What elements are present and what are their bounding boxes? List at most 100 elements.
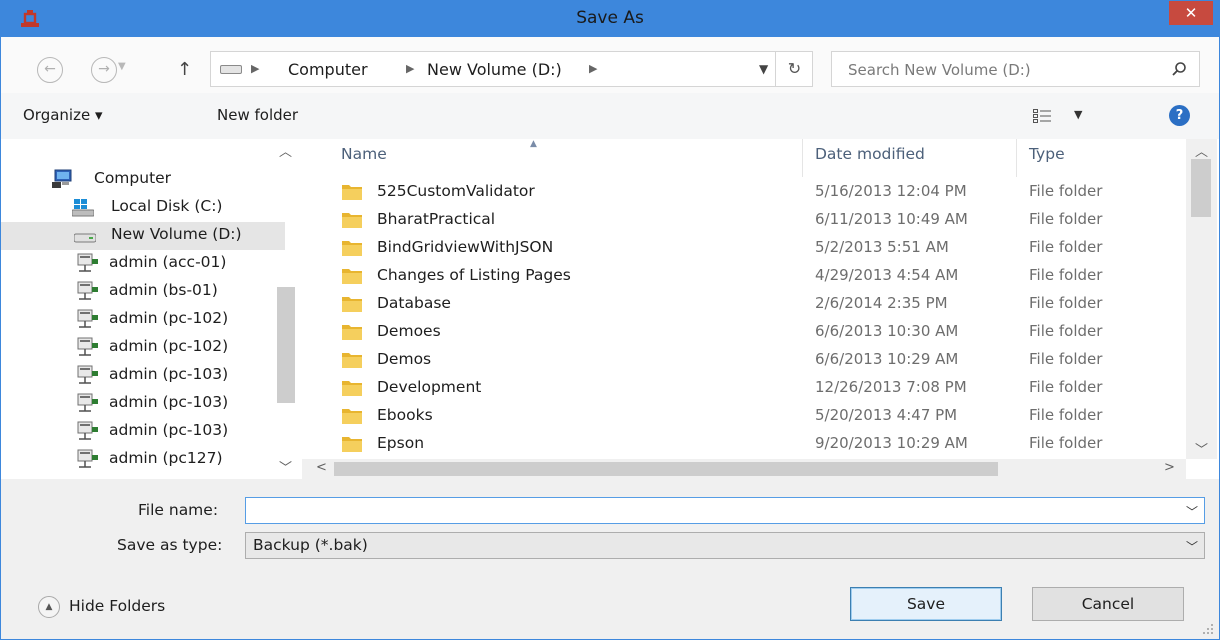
save-type-value: Backup (*.bak) [253,536,368,554]
search-icon[interactable] [1171,61,1187,77]
file-date: 6/6/2013 10:29 AM [815,350,959,368]
folder-icon [342,297,362,312]
file-name: BindGridviewWithJSON [377,238,554,256]
nav-item-local-disk[interactable]: Local Disk (C:) [1,194,285,222]
file-type: File folder [1029,182,1103,200]
file-name: Development [377,378,482,396]
file-date: 4/29/2013 4:54 AM [815,266,959,284]
navigation-scrollbar[interactable]: ︿ ﹀ [271,139,302,479]
window-title: Save As [576,8,644,28]
chevron-down-icon[interactable]: ﹀ [1186,538,1198,555]
scroll-down-arrow-icon[interactable]: ﹀ [279,457,292,476]
folder-icon [342,437,362,452]
column-header-name[interactable]: Name [341,145,387,163]
breadcrumb-new-volume[interactable]: New Volume (D:) [427,60,562,79]
network-drive-icon [77,309,98,328]
file-row[interactable]: Epson 9/20/2013 10:29 AM File folder [302,431,1186,459]
windows-drive-icon [72,199,94,217]
nav-item-new-volume[interactable]: New Volume (D:) [1,222,285,250]
search-input[interactable]: Search New Volume (D:) [831,51,1200,87]
file-list-horizontal-scrollbar[interactable]: < > [302,459,1186,479]
nav-item-label: admin (bs-01) [109,281,218,299]
breadcrumb-arrow-icon[interactable]: ▶ [251,62,259,75]
file-name: Database [377,294,451,312]
save-type-select[interactable]: Backup (*.bak) ﹀ [245,532,1205,559]
scroll-up-arrow-icon[interactable]: ︿ [279,141,292,160]
nav-item-network-drive[interactable]: admin (acc-01) [1,250,285,278]
file-list-vertical-scrollbar[interactable]: ︿ ﹀ [1186,139,1217,459]
address-dropdown-icon[interactable]: ▼ [759,62,768,76]
file-list[interactable]: ▲ Name Date modified Type 525CustomValid… [302,139,1219,479]
forward-button[interactable]: → [91,57,117,83]
file-date: 5/20/2013 4:47 PM [815,406,958,424]
scroll-right-arrow-icon[interactable]: > [1164,460,1175,475]
nav-item-network-drive[interactable]: admin (pc-102) [1,334,285,362]
scroll-down-arrow-icon[interactable]: ﹀ [1195,439,1208,458]
file-row[interactable]: Database 2/6/2014 2:35 PM File folder [302,291,1186,319]
new-folder-button[interactable]: New folder [217,106,298,124]
cancel-button[interactable]: Cancel [1032,587,1184,621]
scroll-thumb[interactable] [334,462,998,476]
refresh-button[interactable]: ↻ [775,52,813,86]
back-button[interactable]: ← [37,57,63,83]
nav-item-label: Local Disk (C:) [111,197,223,215]
nav-item-network-drive[interactable]: admin (bs-01) [1,278,285,306]
file-date: 5/16/2013 12:04 PM [815,182,967,200]
file-row[interactable]: Changes of Listing Pages 4/29/2013 4:54 … [302,263,1186,291]
folder-icon [342,185,362,200]
nav-item-network-drive[interactable]: admin (pc-103) [1,418,285,446]
views-dropdown-icon[interactable]: ▼ [1074,108,1082,121]
chevron-down-icon[interactable]: ﹀ [1186,503,1198,520]
file-row[interactable]: Demoes 6/6/2013 10:30 AM File folder [302,319,1186,347]
save-button[interactable]: Save [850,587,1002,621]
recent-locations-button[interactable]: ▼ [118,61,126,72]
collapse-up-icon: ▲ [38,596,60,618]
drive-icon [220,65,242,74]
file-date: 12/26/2013 7:08 PM [815,378,967,396]
nav-item-network-drive[interactable]: admin (pc-102) [1,306,285,334]
title-bar[interactable]: Save As ✕ [1,1,1219,37]
scroll-left-arrow-icon[interactable]: < [316,460,327,475]
file-row[interactable]: Demos 6/6/2013 10:29 AM File folder [302,347,1186,375]
file-row[interactable]: 525CustomValidator 5/16/2013 12:04 PM Fi… [302,179,1186,207]
nav-item-label: admin (pc-103) [109,365,229,383]
file-row[interactable]: Development 12/26/2013 7:08 PM File fold… [302,375,1186,403]
column-header-type[interactable]: Type [1029,145,1065,163]
column-divider[interactable] [802,139,803,177]
sort-ascending-icon: ▲ [530,139,537,149]
navigation-pane[interactable]: Computer Local Disk (C:) New Volume (D:) [1,139,302,479]
breadcrumb-computer[interactable]: Computer [288,60,368,79]
up-button[interactable]: ↑ [177,59,192,80]
close-button[interactable]: ✕ [1169,1,1213,25]
scroll-thumb[interactable] [277,287,295,403]
scroll-thumb[interactable] [1191,159,1211,217]
organize-button[interactable]: Organize ▾ [23,106,103,124]
nav-item-label: admin (pc-102) [109,337,229,355]
nav-item-computer[interactable]: Computer [1,166,285,194]
folder-icon [342,213,362,228]
scroll-up-arrow-icon[interactable]: ︿ [1195,141,1208,160]
file-row[interactable]: BindGridviewWithJSON 5/2/2013 5:51 AM Fi… [302,235,1186,263]
file-name-field[interactable]: ﹀ [245,497,1205,524]
search-placeholder: Search New Volume (D:) [848,61,1031,79]
help-icon[interactable]: ? [1169,105,1190,126]
address-bar[interactable]: ▶ Computer ▶ New Volume (D:) ▶ ▼ ↻ [210,51,813,87]
nav-item-network-drive[interactable]: admin (pc-103) [1,390,285,418]
file-row[interactable]: BharatPractical 6/11/2013 10:49 AM File … [302,207,1186,235]
file-row[interactable]: Ebooks 5/20/2013 4:47 PM File folder [302,403,1186,431]
nav-item-label: New Volume (D:) [111,225,242,243]
file-date: 6/11/2013 10:49 AM [815,210,968,228]
file-name: BharatPractical [377,210,496,228]
folder-icon [342,409,362,424]
resize-grip-icon[interactable] [1203,624,1213,634]
breadcrumb-arrow-icon[interactable]: ▶ [406,62,414,75]
file-type: File folder [1029,434,1103,452]
breadcrumb-arrow-icon[interactable]: ▶ [589,62,597,75]
column-header-date-modified[interactable]: Date modified [815,145,925,163]
file-name: Changes of Listing Pages [377,266,571,284]
view-details-icon[interactable] [1033,109,1051,123]
column-divider[interactable] [1016,139,1017,177]
nav-item-network-drive[interactable]: admin (pc-103) [1,362,285,390]
file-type: File folder [1029,210,1103,228]
nav-item-network-drive[interactable]: admin (pc127) [1,446,285,474]
